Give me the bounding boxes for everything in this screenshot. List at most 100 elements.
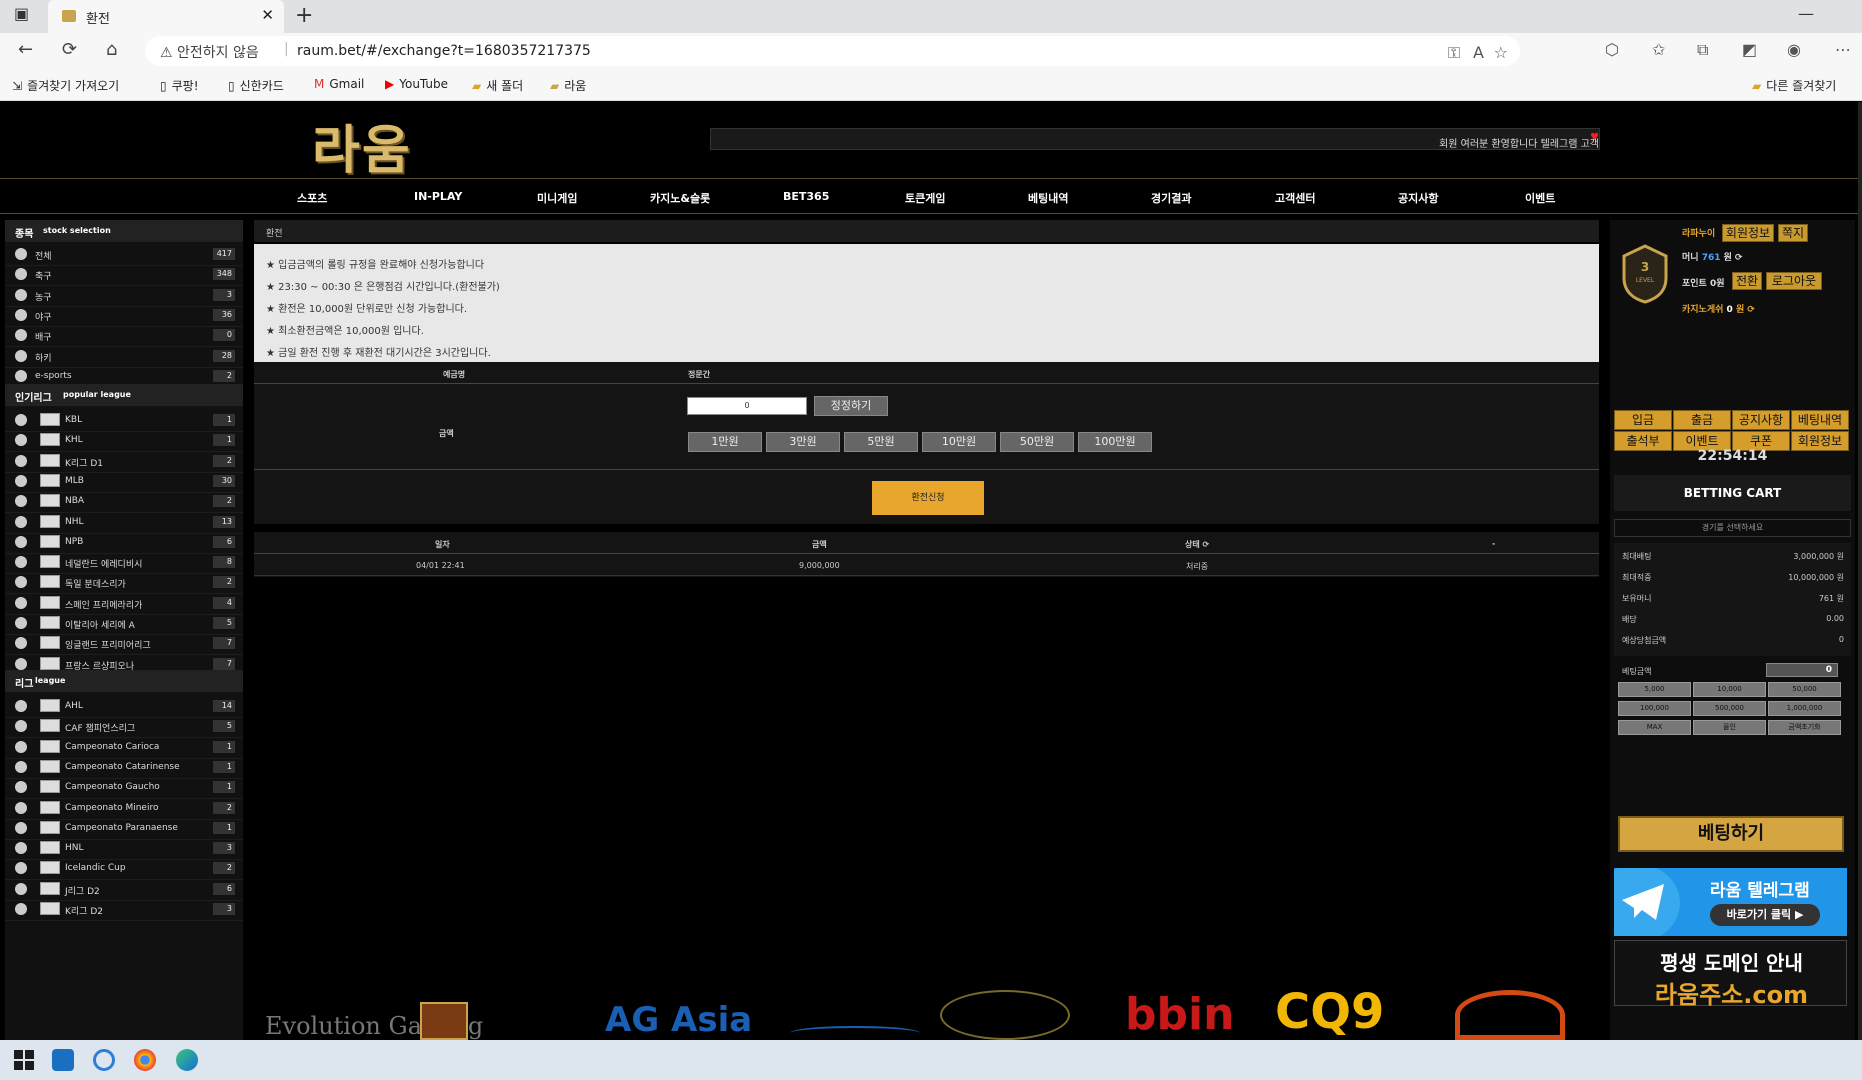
favorite-add-icon[interactable]: ☆: [1494, 43, 1508, 62]
quick-bet-history[interactable]: 베팅내역: [1791, 410, 1849, 430]
chip-allin[interactable]: 올인: [1693, 720, 1766, 735]
browser-tab[interactable]: 환전 ✕: [48, 0, 284, 33]
menu-sports[interactable]: 스포츠: [297, 190, 327, 206]
exchange-submit-button[interactable]: 환전신청: [872, 481, 984, 515]
chip-reset[interactable]: 금액초기화: [1768, 720, 1841, 735]
site: 라움 ♥ 회원 여러분 환영합니다 텔레그램 고객 스포츠 IN-PLAY 미니…: [0, 102, 1858, 1040]
menu-inplay[interactable]: IN-PLAY: [414, 190, 462, 203]
collections-icon[interactable]: ⧉: [1697, 40, 1708, 60]
reload-icon[interactable]: ⟳: [62, 39, 77, 60]
url-field[interactable]: ⚠ 안전하지 않음 | raum.bet/#/exchange?t=168035…: [145, 36, 1520, 66]
quick-5man-button[interactable]: 5만원: [844, 432, 918, 452]
money-refresh[interactable]: 원 ⟳: [1724, 253, 1743, 263]
chip-500000[interactable]: 500,000: [1693, 701, 1766, 716]
menu-results[interactable]: 경기결과: [1151, 190, 1191, 206]
menu-bet-history[interactable]: 베팅내역: [1028, 190, 1068, 206]
quick-3man-button[interactable]: 3만원: [766, 432, 840, 452]
reset-button[interactable]: 정정하기: [814, 396, 888, 416]
url-text[interactable]: raum.bet/#/exchange?t=1680357217375: [297, 43, 591, 59]
banner-bbin[interactable]: bbin: [1125, 989, 1234, 1040]
edge-feature-icon[interactable]: ◩: [1742, 40, 1757, 59]
menu-icon[interactable]: ⋯: [1835, 40, 1851, 59]
item-count: 1: [213, 740, 235, 753]
chip-10000[interactable]: 10,000: [1693, 682, 1766, 697]
menu-token-game[interactable]: 토큰게임: [905, 190, 945, 206]
tab-close-icon[interactable]: ✕: [261, 6, 274, 24]
sport-icon: [15, 349, 27, 362]
banner-cq9[interactable]: CQ9: [1275, 984, 1384, 1040]
site-header: 라움 ♥ 회원 여러분 환영합니다 텔레그램 고객: [0, 102, 1858, 181]
bookmark-import[interactable]: ⇲ 즐겨찾기 가져오기: [12, 77, 119, 94]
item-label: Campeonato Gaucho: [65, 782, 160, 793]
telegram-link-button[interactable]: 바로가기 클릭 ▶: [1710, 904, 1820, 926]
profile-avatar[interactable]: ◉: [1787, 40, 1801, 59]
site-logo[interactable]: 라움: [312, 108, 412, 183]
bookmark-other[interactable]: ▰ 다른 즐겨찾기: [1752, 77, 1836, 94]
bookmark-coupang[interactable]: ▯ 쿠팡!: [160, 77, 199, 94]
tab-actions-icon[interactable]: ▣: [14, 4, 29, 23]
windows-start-icon[interactable]: [13, 1049, 35, 1071]
menu-notice[interactable]: 공지사항: [1398, 190, 1438, 206]
quick-10man-button[interactable]: 10만원: [922, 432, 996, 452]
amount-input[interactable]: 0: [687, 397, 807, 415]
domain-banner[interactable]: 평생 도메인 안내 라움주소.com: [1614, 940, 1847, 1009]
bet-amount-input[interactable]: 0: [1766, 663, 1838, 677]
casino-refresh[interactable]: 원 ⟳: [1736, 305, 1755, 315]
favorites-icon[interactable]: ✩: [1652, 40, 1665, 59]
bookmark-raum[interactable]: ▰ 라움: [550, 77, 586, 94]
bookmark-gmail[interactable]: M Gmail: [314, 77, 364, 91]
chip-100000[interactable]: 100,000: [1618, 701, 1691, 716]
key-icon[interactable]: ⚿: [1448, 43, 1460, 63]
read-aloud-icon[interactable]: A: [1473, 43, 1484, 62]
sport-icon: [15, 329, 27, 342]
quick-deposit[interactable]: 입금: [1614, 410, 1672, 430]
settings-icon[interactable]: [93, 1049, 115, 1071]
extensions-icon[interactable]: ⬡: [1605, 40, 1619, 59]
col-status[interactable]: 상태 ⟳: [1185, 539, 1209, 550]
banner-arch[interactable]: [790, 1026, 920, 1040]
bookmark-shinhan[interactable]: ▯ 신한카드: [228, 77, 284, 94]
league-header: 리그 league: [5, 670, 243, 692]
edge-icon[interactable]: [176, 1049, 198, 1071]
bookmark-new-folder[interactable]: ▰ 새 폴더: [472, 77, 523, 94]
list-item[interactable]: K리그 D2 3: [5, 897, 243, 921]
league-flag-icon: [40, 433, 60, 447]
chip-5000[interactable]: 5,000: [1618, 682, 1691, 697]
bookmark-youtube[interactable]: ▶ YouTube: [385, 77, 448, 91]
vertical-scrollbar[interactable]: [1858, 102, 1862, 1040]
new-tab-icon[interactable]: +: [295, 3, 313, 28]
menu-support[interactable]: 고객센터: [1275, 190, 1315, 206]
chrome-icon[interactable]: [134, 1049, 156, 1071]
banner-ornament[interactable]: [940, 990, 1070, 1040]
item-label: K리그 D2: [65, 907, 103, 917]
menu-event[interactable]: 이벤트: [1525, 190, 1555, 206]
member-info-button[interactable]: 회원정보: [1722, 224, 1774, 242]
minimize-icon[interactable]: —: [1798, 4, 1814, 23]
quick-notice[interactable]: 공지사항: [1732, 410, 1790, 430]
quick-withdraw[interactable]: 출금: [1673, 410, 1731, 430]
convert-button[interactable]: 전환: [1732, 272, 1762, 290]
chip-50000[interactable]: 50,000: [1768, 682, 1841, 697]
menu-casino-slot[interactable]: 카지노&슬롯: [650, 190, 710, 206]
telegram-banner[interactable]: 라움 텔레그램 바로가기 클릭 ▶: [1614, 868, 1847, 936]
quick-100man-button[interactable]: 100만원: [1078, 432, 1152, 452]
store-icon[interactable]: [52, 1049, 74, 1071]
sport-icon: [15, 288, 27, 301]
back-icon[interactable]: ←: [18, 39, 33, 60]
banner-flame[interactable]: [1455, 990, 1565, 1040]
menu-bet365[interactable]: BET365: [783, 190, 829, 203]
banner-ag[interactable]: AG Asia: [605, 1000, 752, 1040]
banner-provider-logo[interactable]: [420, 1002, 468, 1040]
insecure-warning[interactable]: ⚠ 안전하지 않음: [160, 42, 259, 62]
home-icon[interactable]: ⌂: [106, 39, 117, 60]
place-bet-button[interactable]: 베팅하기: [1618, 816, 1844, 852]
quick-1man-button[interactable]: 1만원: [688, 432, 762, 452]
message-button[interactable]: 쪽지: [1778, 224, 1808, 242]
chip-max[interactable]: MAX: [1618, 720, 1691, 735]
quick-50man-button[interactable]: 50만원: [1000, 432, 1074, 452]
panel-title-bar: 환전: [254, 220, 1599, 242]
item-count: 28: [213, 349, 235, 362]
chip-1000000[interactable]: 1,000,000: [1768, 701, 1841, 716]
menu-minigame[interactable]: 미니게임: [537, 190, 577, 206]
logout-button[interactable]: 로그아웃: [1766, 272, 1822, 290]
